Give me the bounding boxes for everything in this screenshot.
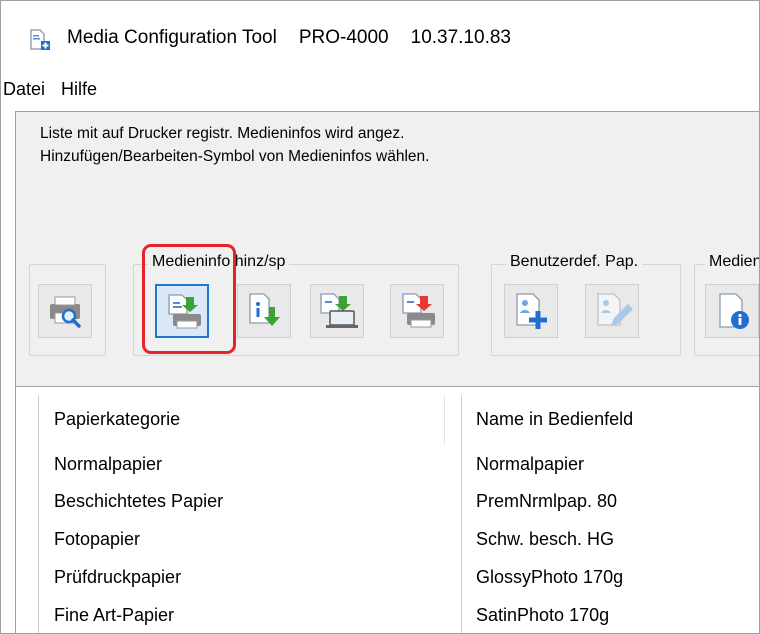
cell-category: Normalpapier [54,454,163,474]
printer-model: PRO-4000 [298,27,389,48]
title-bar: Media Configuration Tool PRO-4000 10.37.10… [1,1,759,65]
doc-edit-icon [597,293,633,326]
column-resize-handle [444,395,445,445]
printer-search-icon [50,296,81,328]
doc-printer-delete-icon [402,293,435,328]
table-left-border [38,395,39,633]
cell-panel-name: PremNrmlpap. 80 [476,491,618,511]
delete-media-button[interactable] [390,284,444,338]
media-info-button[interactable] [705,284,759,338]
cell-panel-name: SatinPhoto 170g [476,605,610,625]
menu-datei[interactable]: Datei [3,79,45,100]
column-separator [461,395,462,633]
highlight-frame [142,244,236,354]
media-info-group-label: Medien [705,253,759,271]
doc-info-download-icon [249,293,280,326]
add-media-to-computer-button[interactable] [310,284,364,338]
cell-category: Fine Art-Papier [54,605,175,625]
instruction-line-2: Hinzufügen/Bearbeiten-Symbol von Medieni… [40,148,430,165]
cell-panel-name: GlossyPhoto 170g [476,567,624,587]
doc-monitor-add-icon [320,293,358,328]
cell-panel-name: Schw. besch. HG [476,529,615,549]
window-title: Media Configuration Tool PRO-4000 10.37.10… [67,27,533,49]
ip-address: 10.37.10.83 [410,27,511,48]
header-panel-name[interactable]: Name in Bedienfeld [476,409,633,430]
cell-category: Fotopapier [54,529,141,549]
toolbar-panel: Liste mit auf Drucker registr. Medieninf… [15,111,759,387]
add-custom-paper-button[interactable] [504,284,558,338]
menu-hilfe[interactable]: Hilfe [61,79,97,100]
app-icon [30,29,50,50]
header-paper-category[interactable]: Papierkategorie [54,409,180,430]
doc-info-icon [719,293,749,329]
cell-category: Prüfdruckpapier [54,567,182,587]
media-table: Papierkategorie Name in Bedienfeld Norma… [15,386,759,633]
cell-panel-name: Normalpapier [476,454,585,474]
instructions: Liste mit auf Drucker registr. Medieninf… [40,122,429,168]
menu-bar: Datei Hilfe [1,65,759,111]
printer-search-button[interactable] [38,284,92,338]
doc-add-icon [516,293,547,329]
app-name: Media Configuration Tool [67,27,277,48]
app-window: Media Configuration Tool PRO-4000 10.37.10… [0,0,760,634]
instruction-line-1: Liste mit auf Drucker registr. Medieninf… [40,125,405,142]
custom-paper-group-label: Benutzerdef. Pap. [506,253,643,271]
add-media-file-button[interactable] [237,284,291,338]
cell-category: Beschichtetes Papier [54,491,224,511]
edit-custom-paper-button[interactable] [585,284,639,338]
